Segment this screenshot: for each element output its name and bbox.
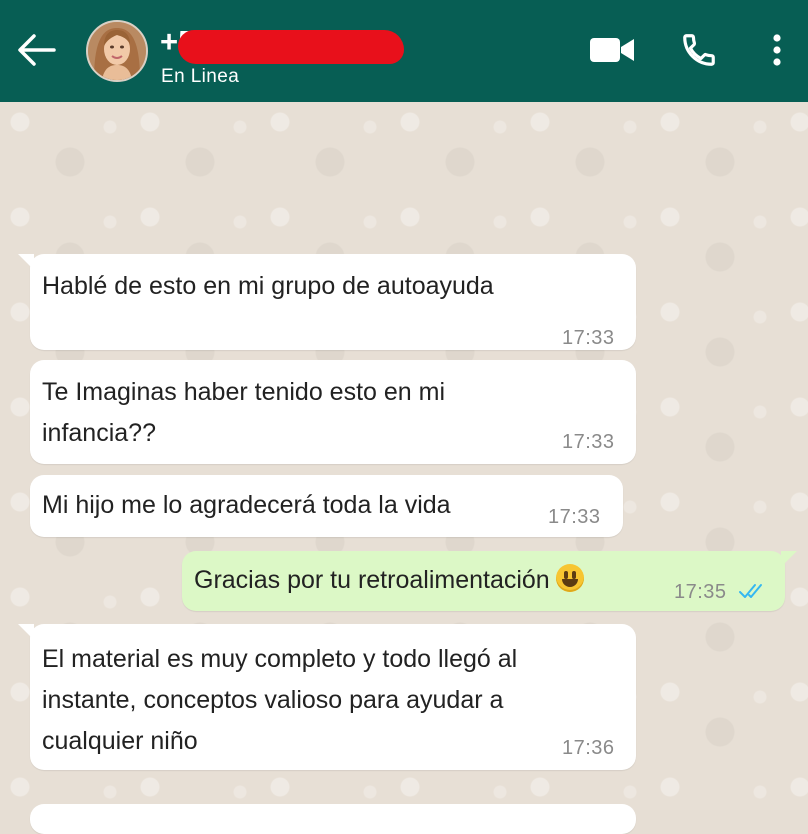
message-line: El material es muy completo y todo llegó… <box>42 645 518 673</box>
contact-avatar[interactable] <box>86 20 148 82</box>
arrow-left-icon <box>18 34 56 66</box>
message-line: infancia?? <box>42 419 156 447</box>
message-text: Mi hijo me lo agradecerá toda la vida <box>42 491 451 519</box>
contact-status: En Linea <box>161 66 240 87</box>
message-time: 17:36 <box>562 737 615 759</box>
message-text: El material es muy completo y todo llegó… <box>42 639 517 762</box>
message-incoming[interactable]: Hablé de esto en mi grupo de autoayuda 1… <box>18 254 636 350</box>
redaction-mark <box>178 30 404 64</box>
more-vertical-icon <box>773 34 781 66</box>
bubble-tail <box>781 551 797 567</box>
message-incoming[interactable]: El material es muy completo y todo llegó… <box>18 624 636 770</box>
message-incoming-partial[interactable] <box>30 804 636 834</box>
smiling-face-emoji <box>555 564 584 592</box>
message-time: 17:35 <box>674 581 727 603</box>
phone-icon <box>683 34 715 66</box>
message-time: 17:33 <box>562 327 615 349</box>
chat-header: +5 En Linea <box>0 0 808 102</box>
message-text: Te Imaginas haber tenido esto en mi infa… <box>42 372 445 454</box>
message-text: Gracias por tu retroalimentación <box>194 560 584 601</box>
video-call-button[interactable] <box>586 28 638 72</box>
message-line: cualquier niño <box>42 727 198 755</box>
message-outgoing[interactable]: Gracias por tu retroalimentación 17:35 <box>182 551 797 611</box>
double-check-icon <box>739 584 762 598</box>
message-text: Hablé de esto en mi grupo de autoayuda <box>42 272 494 300</box>
more-options-button[interactable] <box>760 28 794 72</box>
message-time: 17:33 <box>562 431 615 453</box>
video-camera-icon <box>590 38 634 62</box>
message-line: Te Imaginas haber tenido esto en mi <box>42 378 446 406</box>
message-incoming[interactable]: Te Imaginas haber tenido esto en mi infa… <box>30 360 636 464</box>
bubble-tail <box>18 254 34 270</box>
message-time: 17:33 <box>548 506 601 528</box>
message-incoming[interactable]: Mi hijo me lo agradecerá toda la vida 17… <box>30 475 623 537</box>
bubble-tail <box>18 624 34 640</box>
avatar-image <box>88 22 146 80</box>
message-line: instante, conceptos valioso para ayudar … <box>42 686 504 714</box>
message-line: Gracias por tu retroalimentación <box>194 566 550 594</box>
back-button[interactable] <box>14 30 58 70</box>
voice-call-button[interactable] <box>676 28 722 72</box>
